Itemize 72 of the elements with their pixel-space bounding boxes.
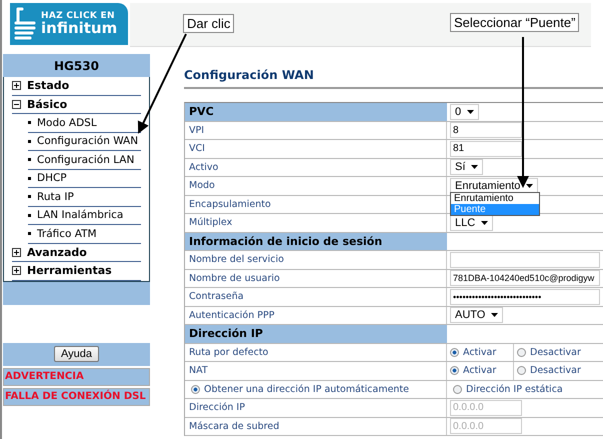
help-button[interactable]: Ayuda [54, 346, 99, 362]
radio-option[interactable]: Activar [450, 365, 496, 376]
hand-icon [14, 7, 38, 41]
sidebar-subitem[interactable]: Modo ADSL [28, 114, 141, 132]
bullet-icon [28, 121, 31, 124]
radio-option[interactable]: Obtener una dirección IP automáticamente [191, 384, 410, 395]
logo-wordmark: infinitum [41, 21, 118, 36]
field-label: Modo [185, 177, 447, 194]
field-label: Autenticación PPP [185, 306, 447, 324]
plus-box-icon[interactable] [12, 248, 21, 257]
dropdown[interactable]: 0 [450, 104, 480, 120]
sidebar-subitem[interactable]: DHCP [28, 170, 141, 188]
field-label: Encapsulamiento [185, 196, 447, 213]
page-title: Configuración WAN [184, 68, 603, 89]
dropdown[interactable]: Sí [450, 159, 484, 176]
field-label: Nombre del servicio [185, 251, 447, 268]
caret-icon [526, 184, 534, 188]
input-field[interactable]: 781DBA-104240ed510c@prodigyw [450, 270, 600, 286]
bullet-icon [28, 232, 31, 236]
plus-box-icon[interactable] [12, 81, 21, 90]
caret-icon [467, 110, 474, 114]
radio-option[interactable]: Dirección IP estática [453, 384, 563, 395]
input-field[interactable] [450, 252, 600, 268]
field-label: Múltiplex [185, 214, 447, 232]
section-header: Información de inicio de sesión [185, 232, 447, 250]
sidebar-title: HG530 [3, 54, 150, 77]
field-label: Activo [185, 158, 447, 176]
dropdown[interactable]: AUTO [450, 307, 504, 324]
bullet-icon [28, 176, 31, 180]
dropdown[interactable]: Enrutamiento [450, 178, 538, 194]
bullet-icon [28, 140, 31, 143]
radio-option[interactable]: Desactivar [517, 365, 581, 376]
caret-icon [471, 165, 478, 170]
field-label: Contraseña [185, 288, 447, 306]
field-label: VPI [185, 122, 447, 139]
field-label: Dirección IP [185, 399, 447, 416]
input-field[interactable]: 8 [450, 122, 522, 138]
sidebar-item[interactable]: Avanzado [12, 244, 141, 262]
callout-label: Seleccionar “Puente” [450, 13, 580, 32]
field-label: VCI [185, 140, 447, 158]
input-field[interactable]: 81 [450, 140, 522, 157]
bullet-icon [28, 195, 31, 198]
warning-text: FALLA DE CONEXIÓN DSL [3, 388, 150, 406]
section-header: Dirección IP [185, 325, 447, 342]
callout-label: Dar clic [183, 14, 234, 33]
section-header: PVC [185, 103, 447, 120]
field-label: Nombre de usuario [185, 270, 447, 287]
sidebar-subitem[interactable]: Tráfico ATM [28, 225, 141, 244]
input-field[interactable]: 0.0.0.0 [450, 418, 522, 434]
field-label: Ruta por defecto [185, 344, 447, 361]
logo[interactable]: HAZ CLICK EN infinitum [10, 3, 128, 45]
minus-box-icon[interactable] [12, 100, 21, 109]
input-field[interactable]: •••••••••••••••••••••••••••• [450, 288, 600, 305]
bullet-icon [28, 158, 31, 162]
sidebar-item[interactable]: Básico [12, 96, 141, 114]
radio-option[interactable]: Desactivar [517, 346, 581, 358]
sidebar-subitem[interactable]: Configuración WAN [28, 132, 141, 151]
sidebar-item[interactable]: Estado [12, 77, 141, 96]
sidebar-subitem[interactable]: Ruta IP [28, 188, 141, 206]
warning-text: ADVERTENCIA [3, 368, 150, 386]
caret-icon [491, 313, 498, 318]
field-label: NAT [185, 362, 447, 380]
field-label: Máscara de subred [185, 418, 447, 435]
radio-option[interactable]: Activar [450, 346, 496, 358]
sidebar-item[interactable]: Herramientas [12, 262, 141, 280]
input-field[interactable]: 0.0.0.0 [450, 400, 522, 416]
caret-icon [481, 220, 488, 225]
sidebar-subitem[interactable]: Configuración LAN [28, 151, 141, 170]
bullet-icon [28, 214, 31, 217]
sidebar-subitem[interactable]: LAN Inalámbrica [28, 206, 141, 225]
logo-text: HAZ CLICK EN [41, 12, 116, 21]
plus-box-icon[interactable] [12, 266, 21, 276]
